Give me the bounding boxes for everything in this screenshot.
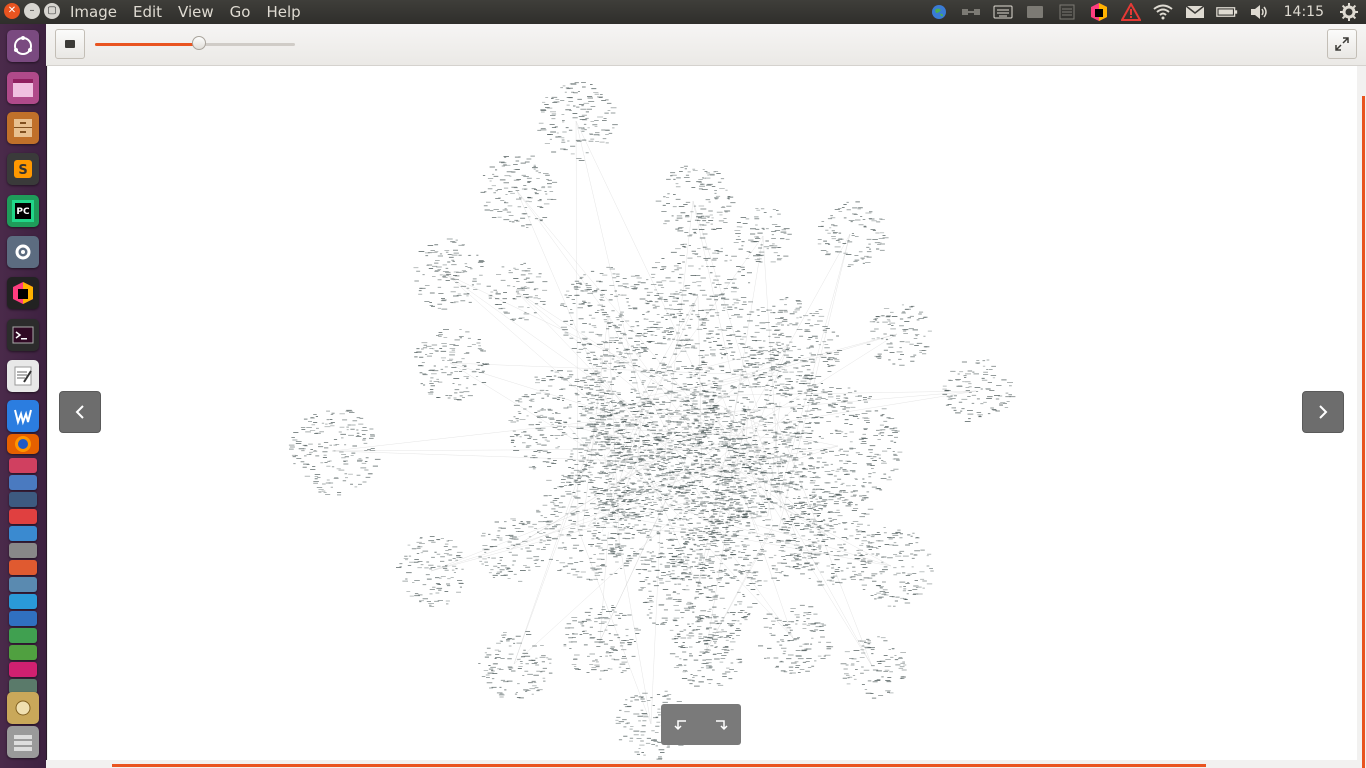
stacked-app-icon[interactable] [9, 475, 37, 490]
image-viewport [48, 66, 1357, 760]
stacked-app-icon[interactable] [9, 492, 37, 507]
zoom-slider-fill [95, 43, 199, 46]
stacked-app-icon[interactable] [9, 543, 37, 558]
rotate-left-icon [674, 719, 686, 730]
clock[interactable]: 14:15 [1280, 4, 1328, 20]
screen-icon[interactable] [1024, 1, 1046, 23]
menu-edit[interactable]: Edit [127, 3, 168, 21]
stacked-app-icon[interactable] [9, 662, 37, 677]
expand-icon [1335, 37, 1349, 51]
next-image-button[interactable] [1302, 391, 1344, 433]
horizontal-scrollbar[interactable] [112, 764, 1206, 767]
sublime-text-icon[interactable]: S [7, 153, 39, 185]
settings-gear-icon[interactable] [1338, 1, 1360, 23]
close-window-button[interactable]: ✕ [4, 3, 20, 19]
warning-icon[interactable] [1120, 1, 1142, 23]
mail-icon[interactable] [1184, 1, 1206, 23]
menu-help[interactable]: Help [260, 3, 306, 21]
stacked-app-icon[interactable] [7, 692, 39, 724]
minimize-window-button[interactable]: – [24, 3, 40, 19]
menu-go[interactable]: Go [224, 3, 257, 21]
stacked-app-icon[interactable] [9, 645, 37, 660]
graph-edges [331, 120, 977, 725]
minus-icon [65, 40, 75, 48]
rotate-right-icon [716, 719, 728, 730]
zoom-slider-handle[interactable] [192, 36, 206, 50]
menu-image[interactable]: Image [64, 3, 123, 21]
menu-view[interactable]: View [172, 3, 220, 21]
dash-home-icon[interactable] [7, 30, 39, 62]
jetbrains-toolbox-launcher-icon[interactable] [7, 277, 39, 309]
wifi-icon[interactable] [1152, 1, 1174, 23]
stacked-app-icon[interactable] [9, 594, 37, 609]
stacked-app-icon[interactable] [9, 509, 37, 524]
zoom-slider[interactable] [95, 36, 295, 50]
battery-icon[interactable] [1215, 1, 1238, 23]
notes-icon[interactable] [1056, 1, 1078, 23]
rotate-controls [661, 704, 741, 745]
fullscreen-button[interactable] [1327, 29, 1357, 59]
stacked-app-icon[interactable] [7, 726, 39, 758]
svg-text:PC: PC [16, 207, 30, 217]
rotate-right-button[interactable] [701, 704, 741, 745]
files-window-icon[interactable] [7, 72, 39, 104]
stacked-app-icon[interactable] [9, 526, 37, 541]
wps-writer-icon[interactable] [7, 400, 39, 432]
stacked-app-icon[interactable] [9, 458, 37, 473]
rotate-left-button[interactable] [661, 704, 701, 745]
top-panel: ✕ – ▢ Image Edit View Go Help 14:15 [0, 0, 1366, 24]
volume-icon[interactable] [1248, 1, 1270, 23]
system-tray: 14:15 [928, 0, 1360, 24]
terminal-icon[interactable] [7, 319, 39, 351]
file-cabinet-icon[interactable] [7, 112, 39, 144]
previous-image-button[interactable] [59, 391, 101, 433]
network-graph-image [288, 82, 1016, 760]
stacked-app-icon[interactable] [9, 611, 37, 626]
launcher: S PC [0, 24, 47, 768]
firefox-icon[interactable] [7, 434, 39, 454]
maximize-window-button[interactable]: ▢ [44, 3, 60, 19]
window-controls: ✕ – ▢ [4, 3, 60, 19]
viewer-toolbar [46, 24, 1366, 66]
stacked-app-icon[interactable] [9, 577, 37, 592]
chevron-left-icon [75, 405, 84, 419]
jetbrains-toolbox-icon[interactable] [1088, 1, 1110, 23]
vertical-scrollbar[interactable] [1362, 96, 1365, 768]
chevron-right-icon [1319, 405, 1328, 419]
pycharm-icon[interactable]: PC [7, 195, 39, 227]
system-settings-icon[interactable] [7, 236, 39, 268]
text-editor-icon[interactable] [7, 360, 39, 392]
stacked-app-icon[interactable] [9, 628, 37, 643]
globe-icon[interactable] [928, 1, 950, 23]
network-applet-icon[interactable] [960, 1, 982, 23]
svg-text:S: S [18, 163, 27, 178]
keyboard-icon[interactable] [992, 1, 1014, 23]
stacked-app-icon[interactable] [9, 560, 37, 575]
menu-bar: Image Edit View Go Help [64, 0, 307, 24]
zoom-out-button[interactable] [55, 29, 85, 59]
